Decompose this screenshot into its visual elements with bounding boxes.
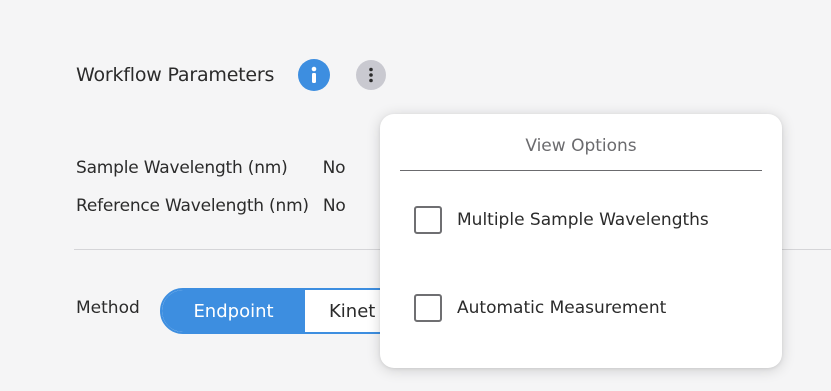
automatic-measurement-checkbox[interactable]: [414, 294, 442, 322]
multiple-sample-wavelengths-checkbox[interactable]: [414, 206, 442, 234]
sample-wavelength-label: Sample Wavelength (nm): [76, 158, 288, 178]
method-option-endpoint[interactable]: Endpoint: [162, 290, 305, 332]
workflow-parameters-panel: Workflow Parameters Sample Wavelength (n…: [0, 0, 831, 391]
more-vertical-icon: [369, 67, 374, 83]
more-options-button[interactable]: [356, 60, 387, 90]
option-multiple-sample-wavelengths[interactable]: Multiple Sample Wavelengths: [414, 206, 709, 234]
panel-title: Workflow Parameters: [76, 64, 275, 86]
info-button[interactable]: [298, 59, 331, 91]
sample-wavelength-row: Sample Wavelength (nm) No: [76, 158, 346, 178]
reference-wavelength-row: Reference Wavelength (nm) No: [76, 196, 346, 216]
method-label: Method: [76, 298, 140, 318]
popover-title-divider: [400, 170, 762, 171]
popover-title: View Options: [525, 136, 637, 156]
panel-header: Workflow Parameters: [76, 58, 387, 92]
multiple-sample-wavelengths-label[interactable]: Multiple Sample Wavelengths: [457, 210, 709, 230]
option-automatic-measurement[interactable]: Automatic Measurement: [414, 294, 666, 322]
reference-wavelength-value: No: [322, 196, 346, 216]
automatic-measurement-label[interactable]: Automatic Measurement: [457, 298, 666, 318]
sample-wavelength-value: No: [322, 158, 346, 178]
reference-wavelength-label: Reference Wavelength (nm): [76, 196, 309, 216]
info-icon: [311, 66, 317, 83]
view-options-popover: View Options Multiple Sample Wavelengths…: [380, 114, 782, 368]
